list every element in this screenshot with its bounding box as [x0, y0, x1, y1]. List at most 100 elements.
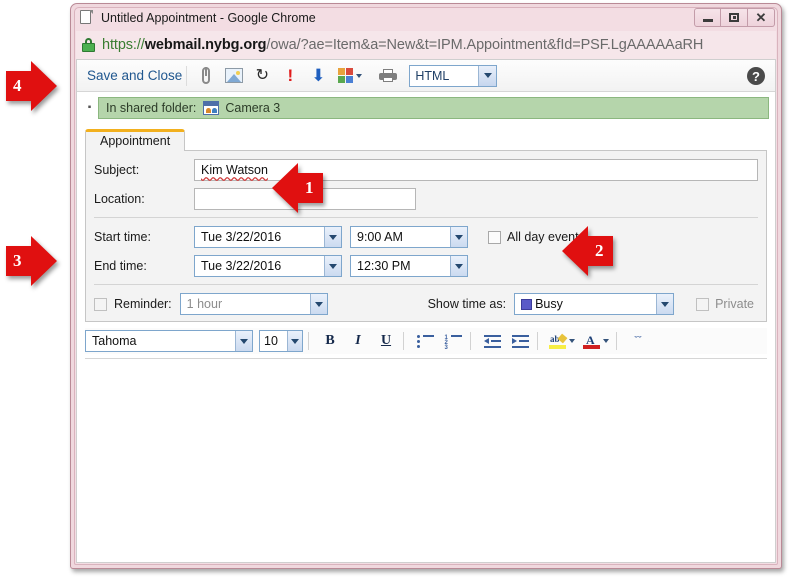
start-clock-select[interactable]: 9:00 AM: [350, 226, 468, 248]
arrow-head-icon: [30, 61, 57, 111]
double-chevron-down-icon: ˇˇ: [634, 334, 642, 347]
maximize-restore-button[interactable]: [721, 8, 748, 27]
busy-color-swatch: [521, 298, 533, 310]
collapse-toggle[interactable]: ▪: [85, 103, 94, 113]
recurrence-button[interactable]: ↻: [249, 63, 275, 89]
reminder-select[interactable]: 1 hour: [179, 293, 328, 315]
chevron-down-icon: [324, 256, 341, 276]
screenshot-root: Untitled Appointment - Google Chrome ✕ h…: [0, 0, 792, 582]
end-clock-value: 12:30 PM: [357, 259, 411, 273]
address-bar[interactable]: https://webmail.nybg.org/owa/?ae=Item&a=…: [76, 31, 776, 59]
message-body-editor[interactable]: [85, 359, 767, 523]
font-family-select[interactable]: Tahoma: [85, 330, 253, 352]
chrome-browser-window: Untitled Appointment - Google Chrome ✕ h…: [70, 3, 782, 569]
end-date-select[interactable]: Tue 3/22/2016: [194, 255, 342, 277]
callout-label-3: 3: [6, 246, 31, 276]
increase-indent-icon: [511, 334, 529, 348]
close-button[interactable]: ✕: [748, 8, 775, 27]
form-divider-2: [94, 284, 758, 285]
message-format-select[interactable]: HTML: [409, 64, 498, 87]
categories-icon: [338, 68, 354, 83]
private-label: Private: [715, 297, 754, 311]
bulleted-list-icon: [416, 334, 434, 348]
highlight-button[interactable]: ab: [547, 330, 577, 352]
private-field[interactable]: Private: [696, 297, 754, 311]
end-date-value: Tue 3/22/2016: [201, 259, 282, 273]
tab-underline: [85, 150, 767, 151]
picture-icon: [225, 68, 244, 83]
font-size-select[interactable]: 10: [259, 330, 303, 352]
document-icon: [80, 9, 94, 26]
chevron-down-icon: [235, 331, 252, 351]
low-importance-button[interactable]: ⬇: [305, 63, 331, 89]
start-date-select[interactable]: Tue 3/22/2016: [194, 226, 342, 248]
callout-label-4: 4: [6, 71, 31, 101]
numbered-list-button[interactable]: 123: [441, 330, 465, 352]
shared-folder-banner: In shared folder: Camera 3: [98, 97, 769, 119]
high-importance-button[interactable]: !: [277, 63, 303, 89]
shared-folder-row: ▪ In shared folder: Camera 3: [77, 92, 775, 123]
toolbar-separator: [186, 65, 188, 86]
reminder-value: 1 hour: [186, 297, 223, 311]
bulleted-list-button[interactable]: [413, 330, 437, 352]
shared-calendar-icon: [203, 101, 220, 115]
print-button[interactable]: [375, 63, 401, 89]
end-time-label: End time:: [94, 259, 147, 273]
font-color-icon: A: [583, 333, 600, 349]
show-time-as-select[interactable]: Busy: [514, 293, 675, 315]
show-time-as-value: Busy: [535, 297, 563, 311]
highlight-icon: ab: [549, 333, 568, 349]
save-and-close-button[interactable]: Save and Close: [87, 68, 182, 83]
categories-button[interactable]: [333, 63, 367, 89]
minimize-button[interactable]: [694, 8, 721, 27]
help-button[interactable]: ?: [747, 67, 765, 85]
window-controls: ✕: [694, 8, 775, 27]
chevron-down-icon: [287, 331, 302, 351]
callout-arrow-3: 3: [6, 236, 57, 286]
chevron-down-icon: [656, 294, 674, 314]
callout-label-1: 1: [298, 173, 323, 203]
web-page-content: Save and Close ↻ ! ⬇ HTML ? ▪ In shared …: [76, 59, 776, 563]
private-checkbox[interactable]: [696, 297, 710, 311]
chevron-down-icon: [603, 339, 609, 343]
chevron-down-icon: [356, 73, 363, 78]
callout-arrow-4: 4: [6, 61, 57, 111]
more-formatting-button[interactable]: ˇˇ: [626, 330, 650, 352]
all-day-event-checkbox[interactable]: [488, 230, 501, 244]
printer-icon: [379, 69, 398, 82]
url-host: webmail.nybg.org: [144, 37, 267, 53]
start-time-row: Start time: Tue 3/22/2016 9:00 AM All da…: [94, 226, 758, 248]
appointment-form: Subject: Kim Watson Location: Start time…: [85, 151, 767, 322]
callout-label-2: 2: [588, 236, 613, 266]
chevron-down-icon: [309, 294, 327, 314]
window-title: Untitled Appointment - Google Chrome: [101, 10, 316, 25]
location-label: Location:: [94, 192, 145, 206]
paperclip-icon: [202, 67, 211, 84]
font-color-button[interactable]: A: [581, 330, 611, 352]
end-clock-select[interactable]: 12:30 PM: [350, 255, 468, 277]
underline-button[interactable]: U: [374, 330, 398, 352]
end-time-row: End time: Tue 3/22/2016 12:30 PM: [94, 255, 758, 277]
reminder-label: Reminder:: [114, 297, 172, 311]
tab-appointment[interactable]: Appointment: [85, 129, 186, 151]
bold-icon: B: [325, 333, 335, 348]
shared-folder-label: In shared folder:: [106, 101, 197, 115]
bold-button[interactable]: B: [318, 330, 342, 352]
callout-arrow-1: 1: [272, 163, 323, 213]
attach-file-button[interactable]: [193, 63, 219, 89]
subject-row: Subject: Kim Watson: [94, 159, 758, 181]
rich-text-toolbar: Tahoma 10 B I U 1 2 3 ab A ˇˇ: [85, 328, 767, 354]
numbered-list-icon: 123: [445, 334, 462, 351]
chevron-down-icon: [324, 227, 341, 247]
decrease-indent-button[interactable]: [480, 330, 504, 352]
underline-icon: U: [380, 333, 392, 348]
chevron-down-icon: [450, 227, 467, 247]
location-row: Location:: [94, 188, 758, 210]
reminder-checkbox[interactable]: [94, 297, 107, 311]
italic-button[interactable]: I: [346, 330, 370, 352]
font-family-value: Tahoma: [92, 334, 137, 348]
arrow-head-icon: [562, 226, 588, 276]
increase-indent-button[interactable]: [508, 330, 532, 352]
start-time-label: Start time:: [94, 230, 151, 244]
insert-image-button[interactable]: [221, 63, 247, 89]
